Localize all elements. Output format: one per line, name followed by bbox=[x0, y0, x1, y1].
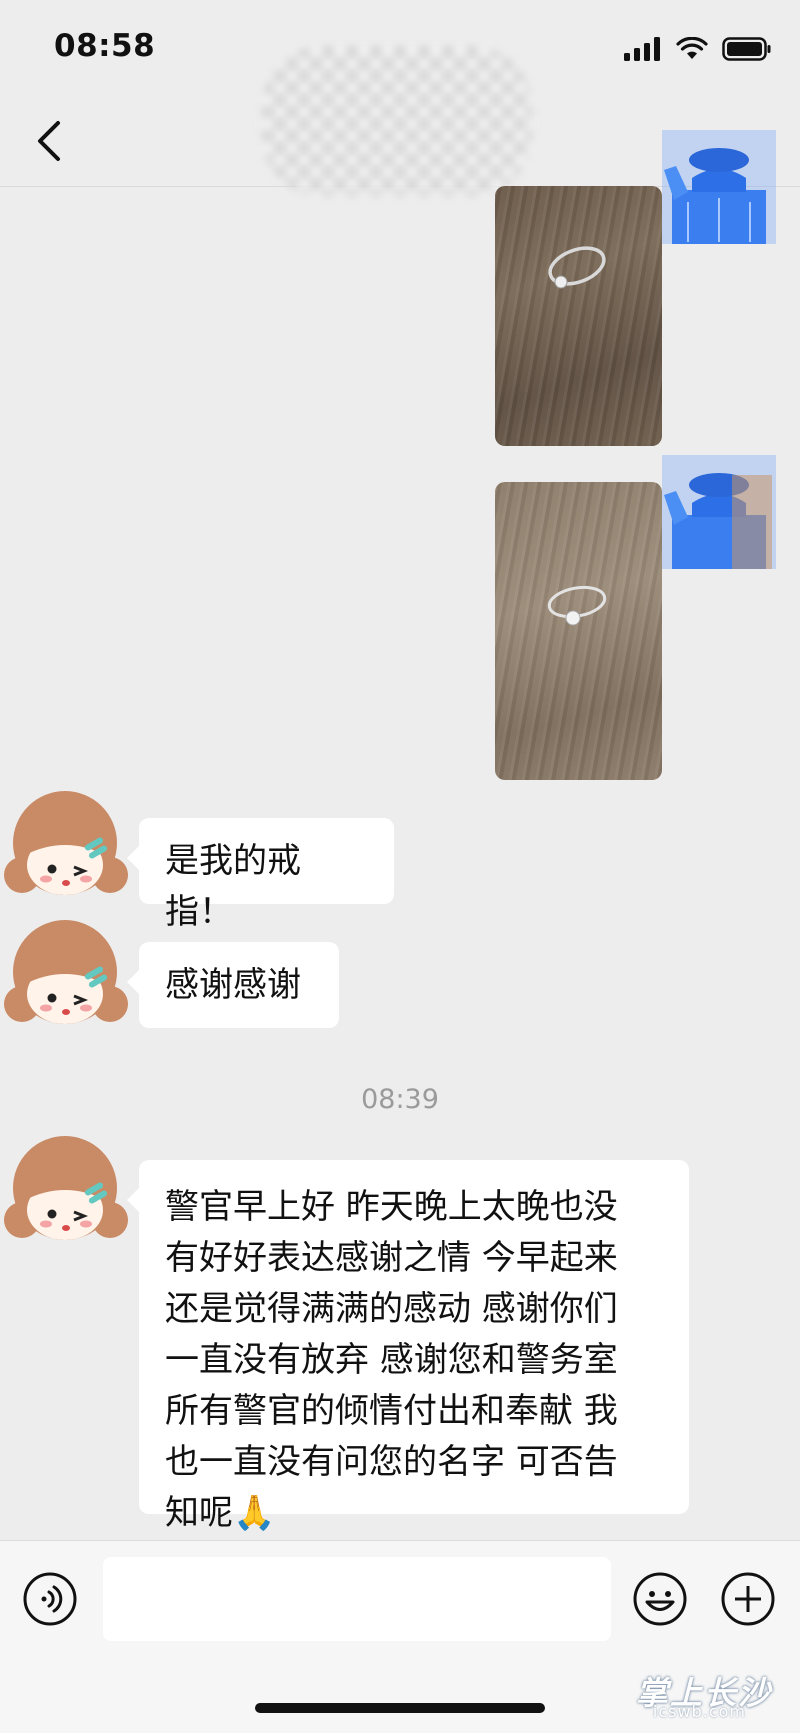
battery-icon bbox=[722, 37, 771, 61]
message-bubble: 警官早上好 昨天晚上太晚也没 有好好表达感谢之情 今早起来 还是觉得满满的感动 … bbox=[127, 1160, 689, 1533]
wifi-icon bbox=[676, 37, 708, 59]
ring-image bbox=[548, 246, 606, 289]
back-chevron-icon[interactable] bbox=[30, 118, 70, 164]
status-icons bbox=[624, 34, 772, 64]
voice-input-icon[interactable] bbox=[22, 1571, 78, 1627]
watermark-url: icswb.com bbox=[652, 1702, 746, 1721]
girl-avatar-icon[interactable] bbox=[0, 912, 130, 1042]
police-avatar-icon[interactable] bbox=[662, 455, 776, 569]
ring-photo-2[interactable] bbox=[495, 482, 662, 780]
ring-image bbox=[547, 585, 607, 626]
girl-avatar-icon[interactable] bbox=[0, 783, 130, 913]
emoji-icon[interactable] bbox=[632, 1571, 688, 1627]
status-time: 08:58 bbox=[54, 28, 156, 64]
message-input[interactable] bbox=[103, 1557, 611, 1641]
police-avatar-icon[interactable] bbox=[662, 130, 776, 244]
obscured-contact-name bbox=[262, 46, 532, 196]
message-bubble: 感谢感谢 bbox=[127, 942, 339, 1028]
plus-icon[interactable] bbox=[720, 1571, 776, 1627]
message-timestamp: 08:39 bbox=[361, 1084, 439, 1115]
message-bubble: 是我的戒指！ bbox=[127, 818, 394, 932]
girl-avatar-icon[interactable] bbox=[0, 1128, 130, 1258]
photo-texture bbox=[495, 186, 662, 446]
signal-icon bbox=[624, 37, 660, 61]
ring-photo-1[interactable] bbox=[495, 186, 662, 446]
home-indicator bbox=[255, 1703, 545, 1713]
